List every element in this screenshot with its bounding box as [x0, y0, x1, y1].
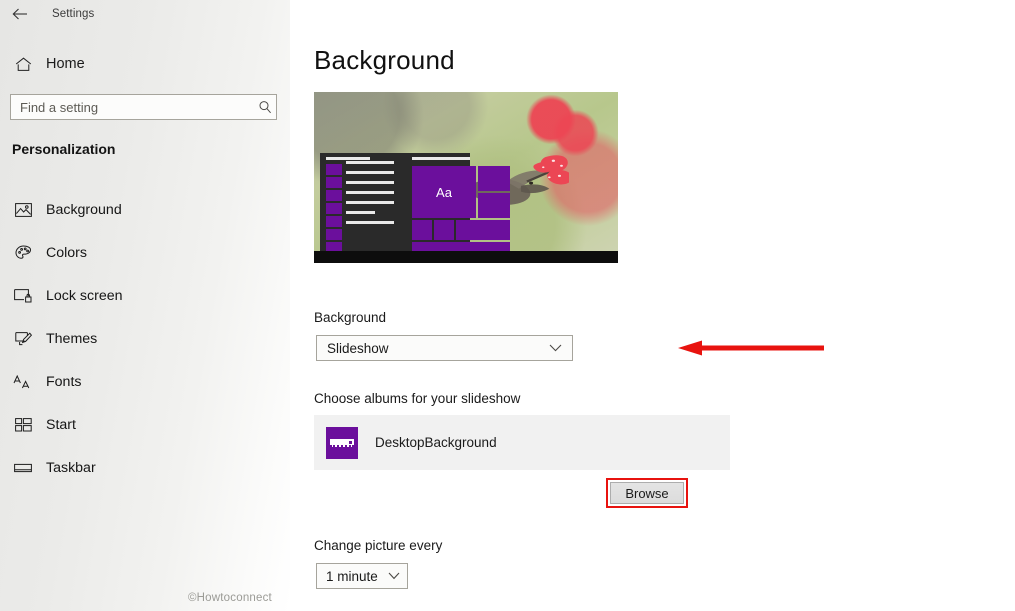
main-content: Background Aa Background Slideshow Choos… — [290, 0, 1015, 611]
start-tile-aa-label: Aa — [436, 184, 452, 200]
interval-value: 1 minute — [326, 568, 378, 584]
app-title: Settings — [52, 8, 95, 20]
fonts-aa-icon — [12, 372, 34, 392]
taskbar-icon — [12, 458, 34, 478]
back-arrow-icon[interactable] — [0, 1, 40, 27]
chevron-down-icon[interactable] — [388, 572, 407, 580]
search-input[interactable] — [11, 99, 254, 115]
sidebar-item-colors[interactable]: Colors — [0, 231, 290, 274]
sidebar-item-start-label: Start — [46, 416, 76, 433]
background-type-value: Slideshow — [327, 340, 389, 356]
sidebar-item-lock-screen[interactable]: Lock screen — [0, 274, 290, 317]
search-box[interactable] — [10, 94, 277, 120]
desktop-preview: Aa — [314, 92, 618, 263]
start-menu-tiles: Aa — [412, 166, 510, 256]
start-menu-group-header-line — [412, 157, 470, 160]
search-icon[interactable] — [254, 100, 276, 114]
preview-taskbar — [314, 251, 618, 263]
chevron-down-icon[interactable] — [549, 344, 572, 352]
sidebar-item-fonts-label: Fonts — [46, 373, 82, 390]
title-bar: Settings — [0, 0, 290, 28]
start-tile-aa: Aa — [412, 166, 476, 218]
sidebar-item-colors-label: Colors — [46, 244, 87, 261]
albums-field-label: Choose albums for your slideshow — [314, 391, 521, 406]
sidebar-item-taskbar-label: Taskbar — [46, 459, 96, 476]
sidebar-item-themes[interactable]: Themes — [0, 317, 290, 360]
sidebar-item-start[interactable]: Start — [0, 403, 290, 446]
start-menu-header-line — [326, 157, 370, 160]
themes-brush-icon — [12, 329, 34, 349]
palette-icon — [12, 243, 34, 263]
background-field-label: Background — [314, 310, 387, 325]
watermark: ©Howtoconnect — [188, 592, 272, 604]
settings-window: Settings Home Personalization — [0, 0, 1015, 611]
sidebar-item-home[interactable]: Home — [0, 50, 290, 78]
annotation-arrow — [678, 339, 824, 357]
background-type-dropdown[interactable]: Slideshow — [316, 335, 573, 361]
sidebar-item-home-label: Home — [46, 56, 85, 72]
start-menu-overlay: Aa — [320, 153, 510, 257]
sidebar-item-background-label: Background — [46, 201, 122, 218]
lock-screen-icon — [12, 286, 34, 306]
picture-icon — [12, 200, 34, 220]
sidebar-item-fonts[interactable]: Fonts — [0, 360, 290, 403]
folder-picture-icon — [326, 426, 358, 459]
home-icon — [12, 54, 34, 74]
interval-field-label: Change picture every — [314, 538, 443, 553]
album-name-label: DesktopBackground — [375, 435, 497, 450]
album-list-item[interactable]: DesktopBackground — [314, 415, 730, 470]
sidebar-nav: Background Colors Lock screen Themes Fon… — [0, 188, 290, 489]
start-menu-left-rail — [326, 164, 342, 253]
sidebar-item-themes-label: Themes — [46, 330, 98, 347]
start-tiles-icon — [12, 415, 34, 435]
sidebar-item-lock-screen-label: Lock screen — [46, 287, 123, 304]
sidebar-item-background[interactable]: Background — [0, 188, 290, 231]
browse-button[interactable]: Browse — [610, 482, 684, 504]
change-picture-interval-dropdown[interactable]: 1 minute — [316, 563, 408, 589]
sidebar-item-taskbar[interactable]: Taskbar — [0, 446, 290, 489]
page-title: Background — [314, 45, 455, 75]
sidebar-section-title: Personalization — [12, 141, 116, 157]
start-menu-app-list — [346, 161, 394, 253]
sidebar: Settings Home Personalization — [0, 0, 290, 611]
